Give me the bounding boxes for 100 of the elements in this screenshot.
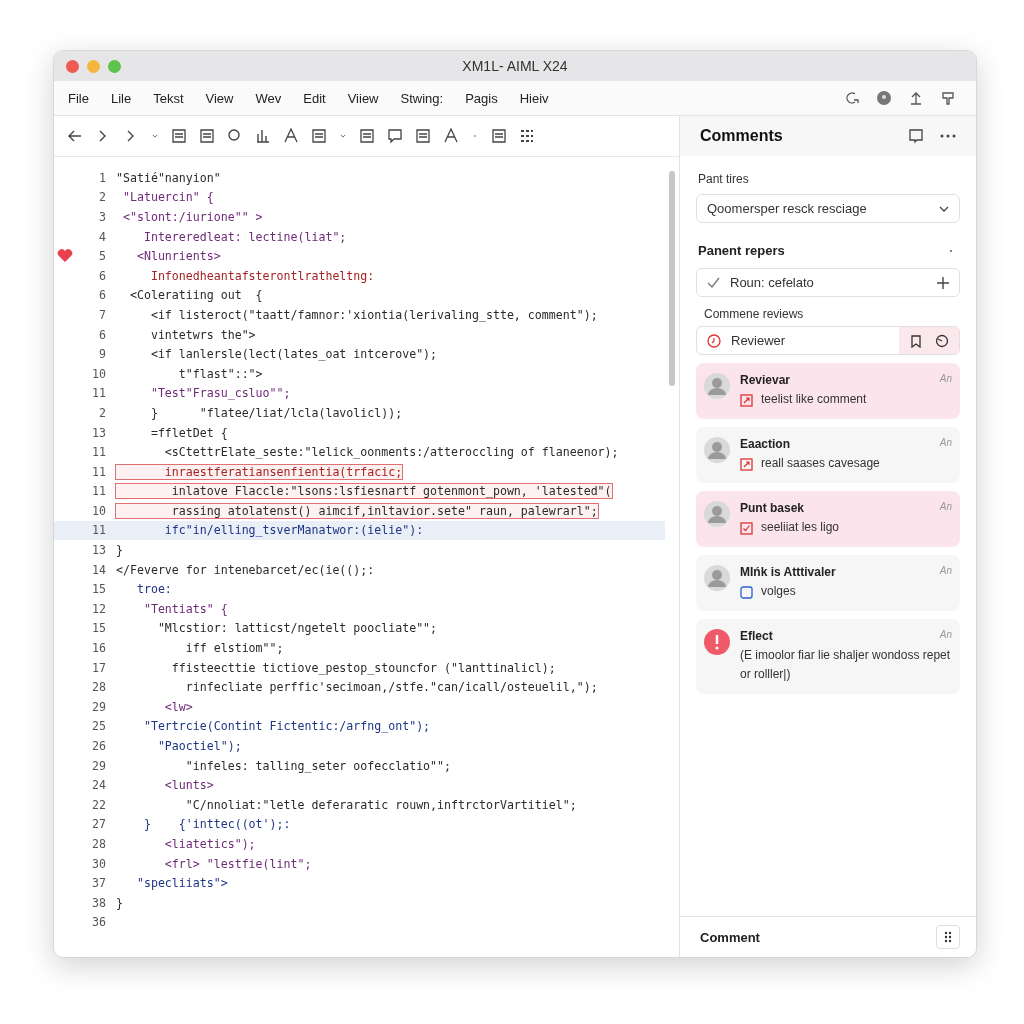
line-number: 4 bbox=[98, 229, 107, 244]
code-line: "Paoctiel"); bbox=[156, 739, 242, 753]
code-line: "infeles: talling_seter oofecclatio""; bbox=[184, 758, 452, 773]
line-number: 2 bbox=[98, 405, 107, 420]
line-number: 7 bbox=[98, 307, 107, 322]
line-number: 1 bbox=[98, 170, 107, 185]
code-line: troe: bbox=[135, 582, 172, 597]
window-title: XM1L- AIML X24 bbox=[462, 58, 568, 74]
rule-field[interactable]: Roun: cefelato bbox=[696, 268, 960, 297]
menu-item[interactable]: Pagis bbox=[465, 90, 498, 106]
heart-icon[interactable] bbox=[57, 249, 73, 264]
code-line: "Latuercin" { bbox=[121, 190, 214, 205]
font-icon[interactable] bbox=[442, 127, 460, 145]
comment-icon[interactable] bbox=[386, 127, 404, 145]
section-title: Panent repers bbox=[698, 243, 785, 258]
comment-card[interactable]: Eaaction An reall saases cavesage bbox=[696, 427, 960, 483]
code-line: "Tentiats" { bbox=[142, 601, 228, 616]
caret-icon bbox=[939, 205, 949, 212]
grid-icon[interactable] bbox=[518, 127, 536, 145]
line-number: 11 bbox=[91, 386, 107, 401]
line-number: 24 bbox=[91, 778, 107, 793]
code-line: <lw> bbox=[163, 699, 193, 714]
code-line: <Coleratiing out { bbox=[128, 288, 263, 303]
line-number: 11 bbox=[91, 523, 107, 538]
comment-card[interactable]: MIńk is Atttivaler An volges bbox=[696, 555, 960, 611]
code-line: "Satié"nanyion" bbox=[116, 170, 221, 185]
menu-item[interactable]: Wev bbox=[255, 90, 282, 106]
comment-card[interactable]: Revievar An teelist like comment bbox=[696, 363, 960, 419]
code-line: } bbox=[116, 895, 123, 910]
line-number: 11 bbox=[91, 484, 107, 499]
comment-card[interactable]: Eflect An (E imoolor fiar lie shaljer wondoss repet or rolller|) bbox=[696, 619, 960, 694]
avatar-icon bbox=[704, 501, 730, 527]
menu-item[interactable]: File bbox=[68, 90, 89, 106]
text-color-icon[interactable] bbox=[282, 127, 300, 145]
code-line: iff elstiom""; bbox=[184, 641, 284, 656]
code-line: <liatetics"); bbox=[163, 837, 256, 851]
line-number: 10 bbox=[91, 503, 107, 518]
code-line: <if listeroct("taatt/famnor:'xiontia(lerivaling_stte, comment"); bbox=[149, 307, 598, 322]
flag-icon bbox=[740, 394, 753, 407]
close-button[interactable] bbox=[66, 59, 79, 73]
menu-item[interactable]: Hieiv bbox=[519, 90, 549, 106]
comment-author: MIńk is Atttivaler bbox=[740, 565, 836, 579]
flag-icon bbox=[740, 458, 753, 471]
code-line: <frl> "lestfie(lint"; bbox=[163, 856, 312, 871]
code-line: } bbox=[116, 543, 123, 558]
account-icon[interactable] bbox=[876, 90, 892, 106]
code-line: } {'inttec((ot');: bbox=[142, 817, 291, 832]
line-number: 25 bbox=[91, 719, 107, 734]
comment-time: An bbox=[939, 373, 952, 386]
reviewer-field[interactable]: Reviewer bbox=[696, 326, 960, 355]
code-line: <if lanlersle(lect(lates_oat intcerove"); bbox=[149, 347, 438, 362]
line-number: 29 bbox=[91, 699, 107, 714]
grid-button[interactable] bbox=[936, 925, 960, 949]
avatar-icon bbox=[704, 373, 730, 399]
avatar-icon bbox=[704, 437, 730, 463]
code-line: "Test"Frasu_csluo""; bbox=[149, 386, 291, 401]
frame-icon bbox=[740, 586, 753, 599]
line-number: 6 bbox=[98, 288, 107, 303]
comment-card[interactable]: Punt basek An seeliiat les ligo bbox=[696, 491, 960, 547]
line-number: 17 bbox=[91, 660, 107, 675]
plus-icon[interactable] bbox=[937, 276, 949, 289]
code-line: Infonedheantafsterontlratheltng: bbox=[149, 268, 375, 283]
comment-icon[interactable] bbox=[908, 128, 924, 144]
line-number: 11 bbox=[91, 445, 107, 460]
comment-time: An bbox=[939, 565, 952, 578]
line-number: 28 bbox=[91, 837, 107, 851]
scrollbar-thumb[interactable] bbox=[669, 171, 675, 386]
code-line: "Tertrcie(Contint Fictentic:/arfng_ont"); bbox=[142, 719, 431, 734]
code-line: <Nlunrients> bbox=[135, 249, 221, 264]
menu-item[interactable]: Lile bbox=[110, 90, 132, 106]
comment-text: volges bbox=[761, 583, 796, 600]
line-number: 30 bbox=[91, 856, 107, 871]
alert-icon bbox=[704, 629, 730, 655]
menu-item[interactable]: View bbox=[205, 90, 234, 106]
comment-author: Punt basek bbox=[740, 501, 805, 515]
line-number: 3 bbox=[98, 210, 107, 224]
comment-author: Revievar bbox=[740, 373, 791, 387]
menu-item[interactable]: Stwing: bbox=[400, 90, 444, 106]
code-line: </Feverve for intenebarcet/ec(ie(();: bbox=[116, 562, 375, 577]
timer-icon[interactable] bbox=[935, 333, 949, 348]
field-label: Commene reviews bbox=[704, 307, 805, 321]
line-number: 16 bbox=[91, 641, 107, 656]
filter-dropdown[interactable]: Qoomersper resck resciage bbox=[696, 194, 960, 223]
line-number: 13 bbox=[91, 543, 107, 558]
menu-item[interactable]: Tekst bbox=[153, 90, 184, 106]
menu-item[interactable]: Viiew bbox=[347, 90, 379, 106]
line-number: 26 bbox=[91, 739, 107, 753]
line-number: 13 bbox=[91, 425, 107, 440]
chart-icon[interactable] bbox=[254, 127, 272, 145]
bookmark-icon[interactable] bbox=[909, 333, 923, 348]
code-line: "C/nnoliat:"letle deferaratic rouwn,inftrctorVartitiel"; bbox=[184, 797, 577, 812]
more-icon[interactable] bbox=[940, 134, 956, 138]
line-number: 29 bbox=[91, 758, 107, 773]
menu-item[interactable]: Edit bbox=[303, 90, 326, 106]
comment-time: An bbox=[939, 437, 952, 450]
line-number: 37 bbox=[91, 876, 107, 891]
line-number: 38 bbox=[91, 895, 107, 910]
share-icon[interactable] bbox=[908, 90, 924, 106]
line-number: 28 bbox=[91, 680, 107, 695]
code-line: "specliiats"> bbox=[135, 876, 228, 891]
